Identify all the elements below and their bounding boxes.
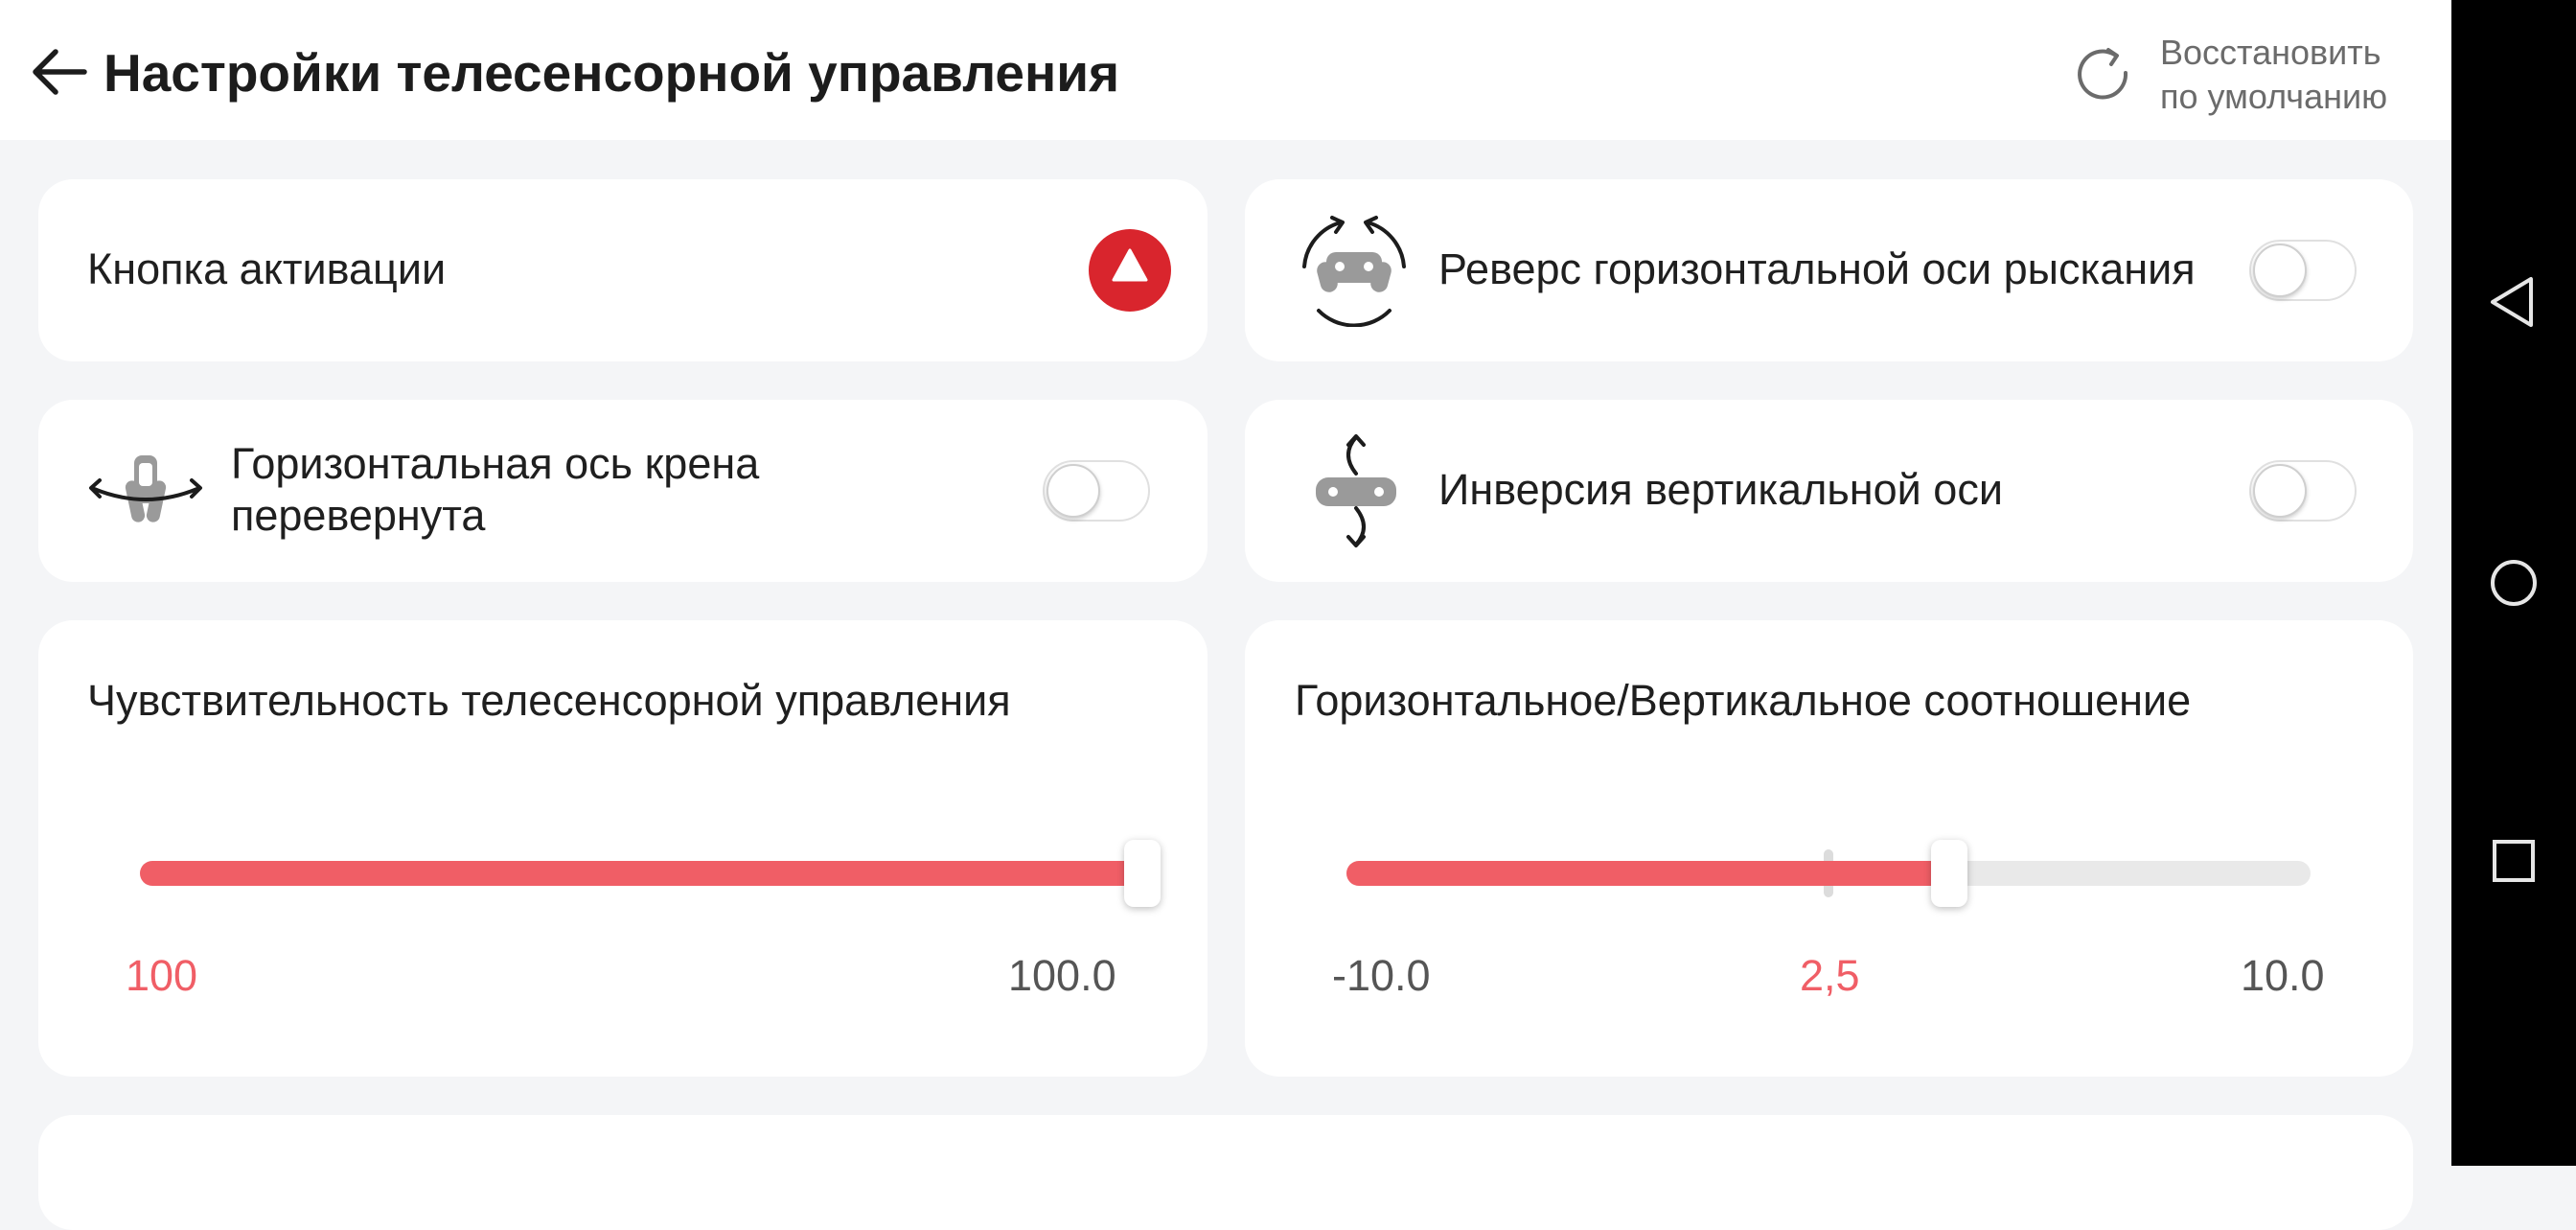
sensitivity-slider-track[interactable] [140,840,1161,907]
header-bar: Настройки телесенсорной управления Восст… [0,0,2451,140]
toggle-knob [1046,464,1100,518]
nav-home-icon[interactable] [2475,545,2552,621]
vertical-invert-toggle[interactable] [2249,460,2357,522]
back-button[interactable] [27,38,94,105]
ratio-card: Горизонтальное/Вертикальное соотношение … [1245,620,2413,1077]
page-title: Настройки телесенсорной управления [104,43,1120,103]
sensitivity-title: Чувствительность телесенсорной управлени… [87,676,1011,725]
activation-key-button[interactable] [1089,229,1171,312]
sensitivity-current-value: 100 [126,951,198,1000]
next-settings-card [38,1115,2413,1230]
gamepad-roll-rotate-icon [89,455,202,522]
roll-flip-label: Горизонтальная ось крена перевернута [231,439,760,540]
roll-flip-toggle[interactable] [1043,460,1150,522]
gamepad-pitch-rotate-icon [1316,434,1396,547]
toggle-knob [2253,244,2307,297]
yaw-reverse-toggle[interactable] [2249,240,2357,301]
vertical-invert-label: Инверсия вертикальной оси [1438,465,2003,514]
nav-recents-icon[interactable] [2475,823,2552,899]
toggle-knob [2253,464,2307,518]
roll-flip-card: Горизонтальная ось крена перевернута [38,400,1208,582]
restore-defaults-line2: по умолчанию [2160,77,2388,116]
restore-defaults-line1: Восстановить [2160,33,2381,72]
yaw-reverse-card: Реверс горизонтальной оси рыскания [1245,179,2413,361]
ratio-slider-fill [1346,861,1949,886]
activation-card: Кнопка активации [38,179,1208,361]
activation-label: Кнопка активации [87,244,447,293]
refresh-icon [2078,48,2128,100]
ratio-title: Горизонтальное/Вертикальное соотношение [1295,676,2192,725]
ratio-slider-thumb[interactable] [1931,840,1967,907]
yaw-reverse-label: Реверс горизонтальной оси рыскания [1438,244,2196,293]
gamepad-yaw-rotate-icon [1302,216,1406,327]
system-navigation-bar [2451,0,2576,1166]
arrow-left-icon [33,49,87,95]
restore-defaults-label: Восстановить по умолчанию [2160,31,2438,119]
sensitivity-slider-fill [140,861,1142,886]
sensitivity-card: Чувствительность телесенсорной управлени… [38,620,1208,1077]
restore-defaults-button[interactable]: Восстановить по умолчанию [2060,25,2425,121]
sensitivity-slider-thumb[interactable] [1124,840,1161,907]
ratio-slider-track[interactable] [1346,840,2311,907]
ratio-max-value: 10.0 [2241,951,2325,1000]
nav-back-icon[interactable] [2475,264,2552,340]
ratio-current-value: 2,5 [1800,951,1860,1000]
vertical-invert-card: Инверсия вертикальной оси [1245,400,2413,582]
sensitivity-max-value: 100.0 [1008,951,1116,1000]
triangle-up-icon [1112,248,1148,282]
ratio-min-value: -10.0 [1332,951,1431,1000]
